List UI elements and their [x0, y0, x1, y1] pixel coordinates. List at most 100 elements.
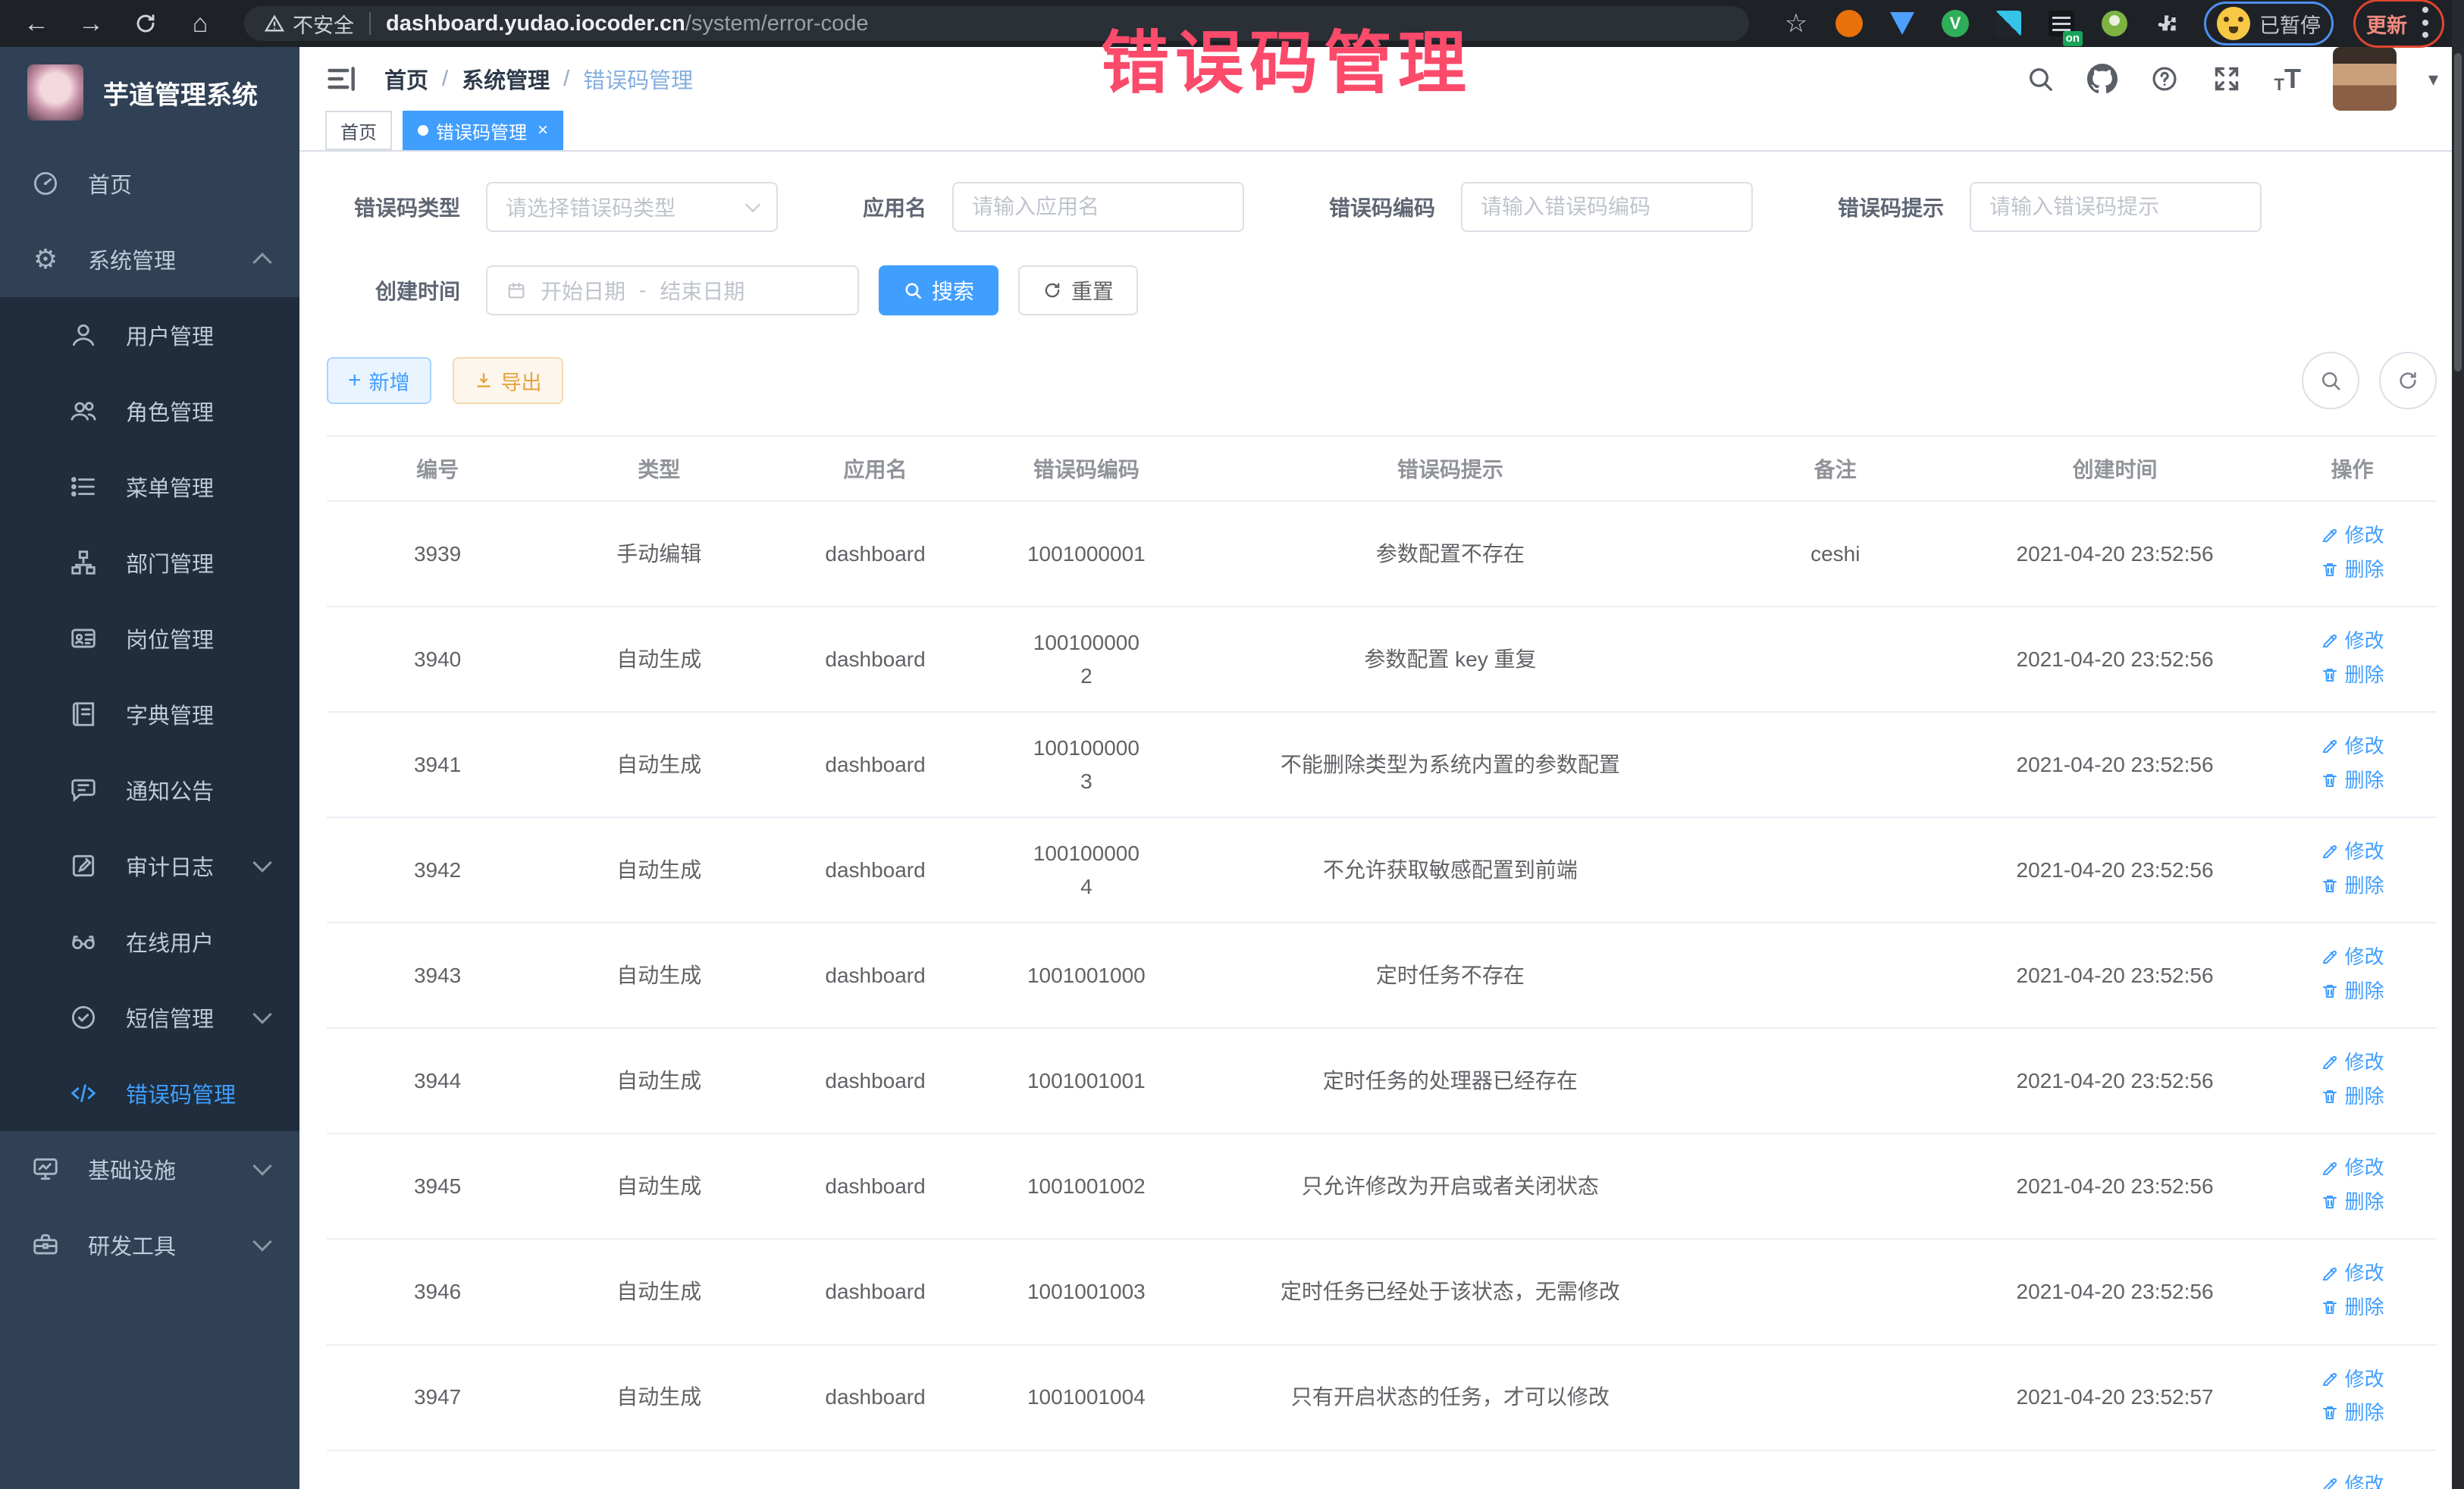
devtools-icon	[30, 1230, 61, 1260]
delete-link[interactable]: 删除	[2321, 1292, 2384, 1322]
github-icon[interactable]	[2087, 64, 2118, 94]
edit-link[interactable]: 修改	[2321, 942, 2384, 972]
extension-on-badge: on	[2063, 31, 2083, 46]
table-row: 3941自动生成dashboard100100000 3不能删除类型为系统内置的…	[327, 712, 2437, 817]
edit-link[interactable]: 修改	[2321, 520, 2384, 550]
delete-link[interactable]: 删除	[2321, 660, 2384, 690]
refresh-icon	[2397, 369, 2419, 392]
sidebar-item-error-code[interactable]: 错误码管理	[0, 1055, 299, 1131]
tab-home[interactable]: 首页	[325, 111, 392, 150]
sidebar-item-users[interactable]: 用户管理	[0, 297, 299, 373]
browser-update-button[interactable]: 更新	[2366, 9, 2407, 39]
tab-error-code[interactable]: 错误码管理 ×	[403, 111, 563, 150]
browser-menu-icon[interactable]: •••	[2419, 5, 2431, 42]
hamburger-icon[interactable]	[325, 62, 359, 96]
extension-grid-icon[interactable]	[1992, 7, 2025, 40]
refresh-table-button[interactable]	[2379, 352, 2437, 409]
sidebar: 芋道管理系统 首页 ⚙ 系统管理 用户管理 角色管理	[0, 47, 299, 1489]
breadcrumb-system[interactable]: 系统管理	[462, 63, 550, 95]
infrastructure-icon	[30, 1154, 61, 1184]
window-scrollbar[interactable]	[2452, 0, 2464, 1489]
header-search-icon[interactable]	[2025, 64, 2055, 94]
delete-icon	[2321, 1087, 2339, 1105]
edit-link[interactable]: 修改	[2321, 1364, 2384, 1394]
edit-link[interactable]: 修改	[2321, 1469, 2384, 1489]
page-url: dashboard.yudao.iocoder.cn/system/error-…	[386, 11, 869, 36]
sidebar-item-audit-log[interactable]: 审计日志	[0, 828, 299, 904]
user-avatar[interactable]	[2333, 47, 2397, 111]
refresh-icon	[1042, 281, 1062, 300]
home-icon[interactable]: ⌂	[183, 7, 217, 40]
sidebar-item-posts[interactable]: 岗位管理	[0, 600, 299, 676]
sidebar-item-sms[interactable]: 短信管理	[0, 980, 299, 1055]
delete-link[interactable]: 删除	[2321, 765, 2384, 795]
delete-link[interactable]: 删除	[2321, 870, 2384, 901]
delete-link[interactable]: 删除	[2321, 976, 2384, 1006]
close-icon[interactable]: ×	[538, 120, 548, 141]
fullscreen-icon[interactable]	[2212, 64, 2242, 94]
date-range-picker[interactable]: 开始日期 - 结束日期	[486, 265, 859, 315]
edit-link[interactable]: 修改	[2321, 1152, 2384, 1183]
sidebar-item-infrastructure[interactable]: 基础设施	[0, 1131, 299, 1207]
profile-status[interactable]: 已暂停	[2259, 9, 2321, 39]
sidebar-item-online-users[interactable]: 在线用户	[0, 904, 299, 980]
reset-button[interactable]: 重置	[1018, 265, 1138, 315]
error-hint-input[interactable]	[1989, 195, 2242, 219]
edit-link[interactable]: 修改	[2321, 1258, 2384, 1288]
chevron-down-icon	[252, 1232, 271, 1251]
browser-profile-avatar[interactable]	[2217, 7, 2250, 40]
sidebar-item-menus[interactable]: 菜单管理	[0, 449, 299, 525]
error-code-input[interactable]	[1481, 195, 1733, 219]
extensions-puzzle-icon[interactable]	[2151, 7, 2184, 40]
breadcrumb: 首页 / 系统管理 / 错误码管理	[384, 63, 693, 95]
sidebar-item-announcements[interactable]: 通知公告	[0, 752, 299, 828]
delete-link[interactable]: 删除	[2321, 554, 2384, 585]
export-button[interactable]: 导出	[453, 357, 563, 404]
extension-switch-icon[interactable]: on	[2045, 7, 2078, 40]
table-header-row: 编号 类型 应用名 错误码编码 错误码提示 备注 创建时间 操作	[327, 436, 2437, 501]
delete-link[interactable]: 删除	[2321, 1186, 2384, 1217]
edit-link[interactable]: 修改	[2321, 731, 2384, 761]
sidebar-item-devtools[interactable]: 研发工具	[0, 1207, 299, 1283]
font-size-icon[interactable]: TT	[2274, 63, 2300, 95]
chevron-up-icon	[252, 252, 271, 271]
help-icon[interactable]	[2149, 64, 2180, 94]
delete-icon	[2321, 771, 2339, 789]
error-type-select[interactable]: 请选择错误码类型	[486, 182, 778, 232]
back-icon[interactable]: ←	[20, 7, 53, 40]
user-icon	[68, 320, 99, 350]
edit-link[interactable]: 修改	[2321, 836, 2384, 867]
sidebar-item-departments[interactable]: 部门管理	[0, 525, 299, 600]
breadcrumb-home[interactable]: 首页	[384, 63, 428, 95]
sidebar-item-home[interactable]: 首页	[0, 146, 299, 221]
table-row: 3944自动生成dashboard1001001001定时任务的处理器已经存在2…	[327, 1028, 2437, 1133]
sidebar-item-roles[interactable]: 角色管理	[0, 373, 299, 449]
toggle-search-button[interactable]	[2302, 352, 2359, 409]
error-code-table: 编号 类型 应用名 错误码编码 错误码提示 备注 创建时间 操作 3939手动编…	[327, 435, 2437, 1489]
edit-link[interactable]: 修改	[2321, 625, 2384, 656]
avatar-caret-down-icon[interactable]: ▾	[2428, 67, 2438, 91]
users-icon	[68, 396, 99, 426]
add-button[interactable]: + 新增	[327, 357, 431, 404]
app-name-input[interactable]	[972, 195, 1224, 219]
extension-orange-icon[interactable]	[1832, 7, 1866, 40]
address-bar[interactable]: 不安全 dashboard.yudao.iocoder.cn/system/er…	[244, 6, 1749, 41]
scrollbar-thumb[interactable]	[2454, 53, 2462, 371]
delete-link[interactable]: 删除	[2321, 1081, 2384, 1111]
app-title: 芋道管理系统	[103, 74, 258, 111]
delete-link[interactable]: 删除	[2321, 1397, 2384, 1428]
search-button[interactable]: 搜索	[879, 265, 998, 315]
edit-link[interactable]: 修改	[2321, 1047, 2384, 1077]
sidebar-item-dictionary[interactable]: 字典管理	[0, 676, 299, 752]
app-logo-row[interactable]: 芋道管理系统	[0, 47, 299, 138]
bookmark-star-icon[interactable]: ☆	[1779, 7, 1813, 40]
delete-icon	[2321, 1193, 2339, 1211]
sidebar-item-system[interactable]: ⚙ 系统管理	[0, 221, 299, 297]
tags-view: 首页 错误码管理 ×	[299, 111, 2464, 152]
extension-gem-icon[interactable]	[1886, 7, 1919, 40]
extension-person-icon[interactable]	[2098, 7, 2131, 40]
announcement-icon	[68, 775, 99, 805]
forward-icon[interactable]: →	[74, 7, 108, 40]
reload-icon[interactable]	[129, 7, 162, 40]
extension-green-check-icon[interactable]: V	[1939, 7, 1972, 40]
